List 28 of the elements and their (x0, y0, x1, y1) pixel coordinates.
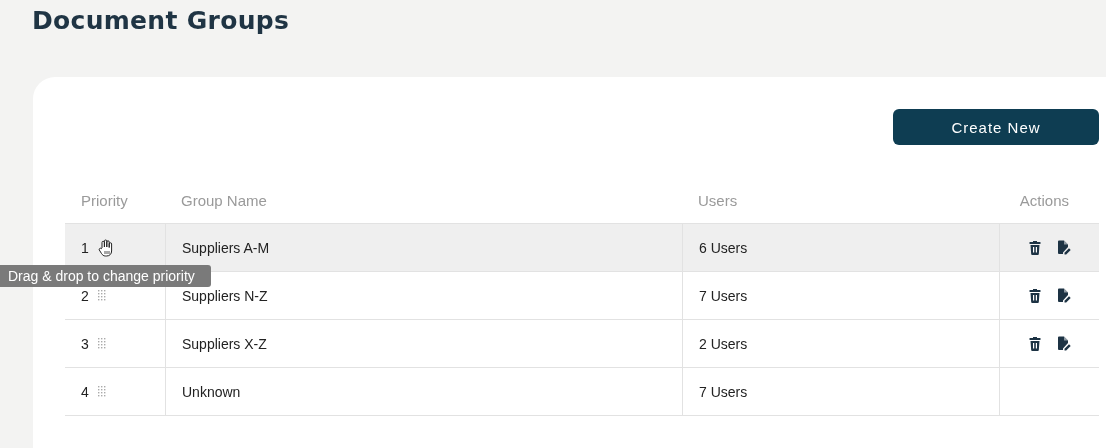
page-title: Document Groups (31, 5, 291, 37)
priority-number: 2 (81, 287, 89, 304)
drag-handle-icon[interactable] (97, 290, 106, 301)
create-new-button[interactable]: Create New (893, 109, 1099, 145)
tooltip: Drag & drop to change priority (0, 265, 211, 287)
priority-number: 4 (81, 383, 89, 400)
priority-number: 3 (81, 335, 89, 352)
edit-document-icon[interactable] (1056, 288, 1071, 303)
user-count: 7 Users (699, 287, 748, 304)
column-header: Group Name (181, 191, 267, 209)
column-header: Users (698, 191, 738, 209)
trash-icon[interactable] (1028, 288, 1041, 303)
group-name: Suppliers X-Z (182, 335, 267, 352)
drag-handle-icon[interactable] (97, 338, 106, 349)
trash-icon[interactable] (1028, 336, 1041, 351)
group-name: Unknown (182, 383, 241, 400)
edit-document-icon[interactable] (1056, 336, 1071, 351)
group-name: Suppliers A-M (182, 239, 270, 256)
user-count: 7 Users (699, 383, 748, 400)
column-header: Actions (1019, 191, 1069, 209)
drag-handle-icon[interactable] (97, 386, 106, 397)
trash-icon[interactable] (1028, 240, 1041, 255)
edit-document-icon[interactable] (1056, 240, 1071, 255)
user-count: 2 Users (699, 335, 748, 352)
column-header: Priority (81, 191, 128, 209)
priority-number: 1 (81, 239, 89, 256)
group-name: Suppliers N-Z (182, 287, 268, 304)
user-count: 6 Users (699, 239, 748, 256)
